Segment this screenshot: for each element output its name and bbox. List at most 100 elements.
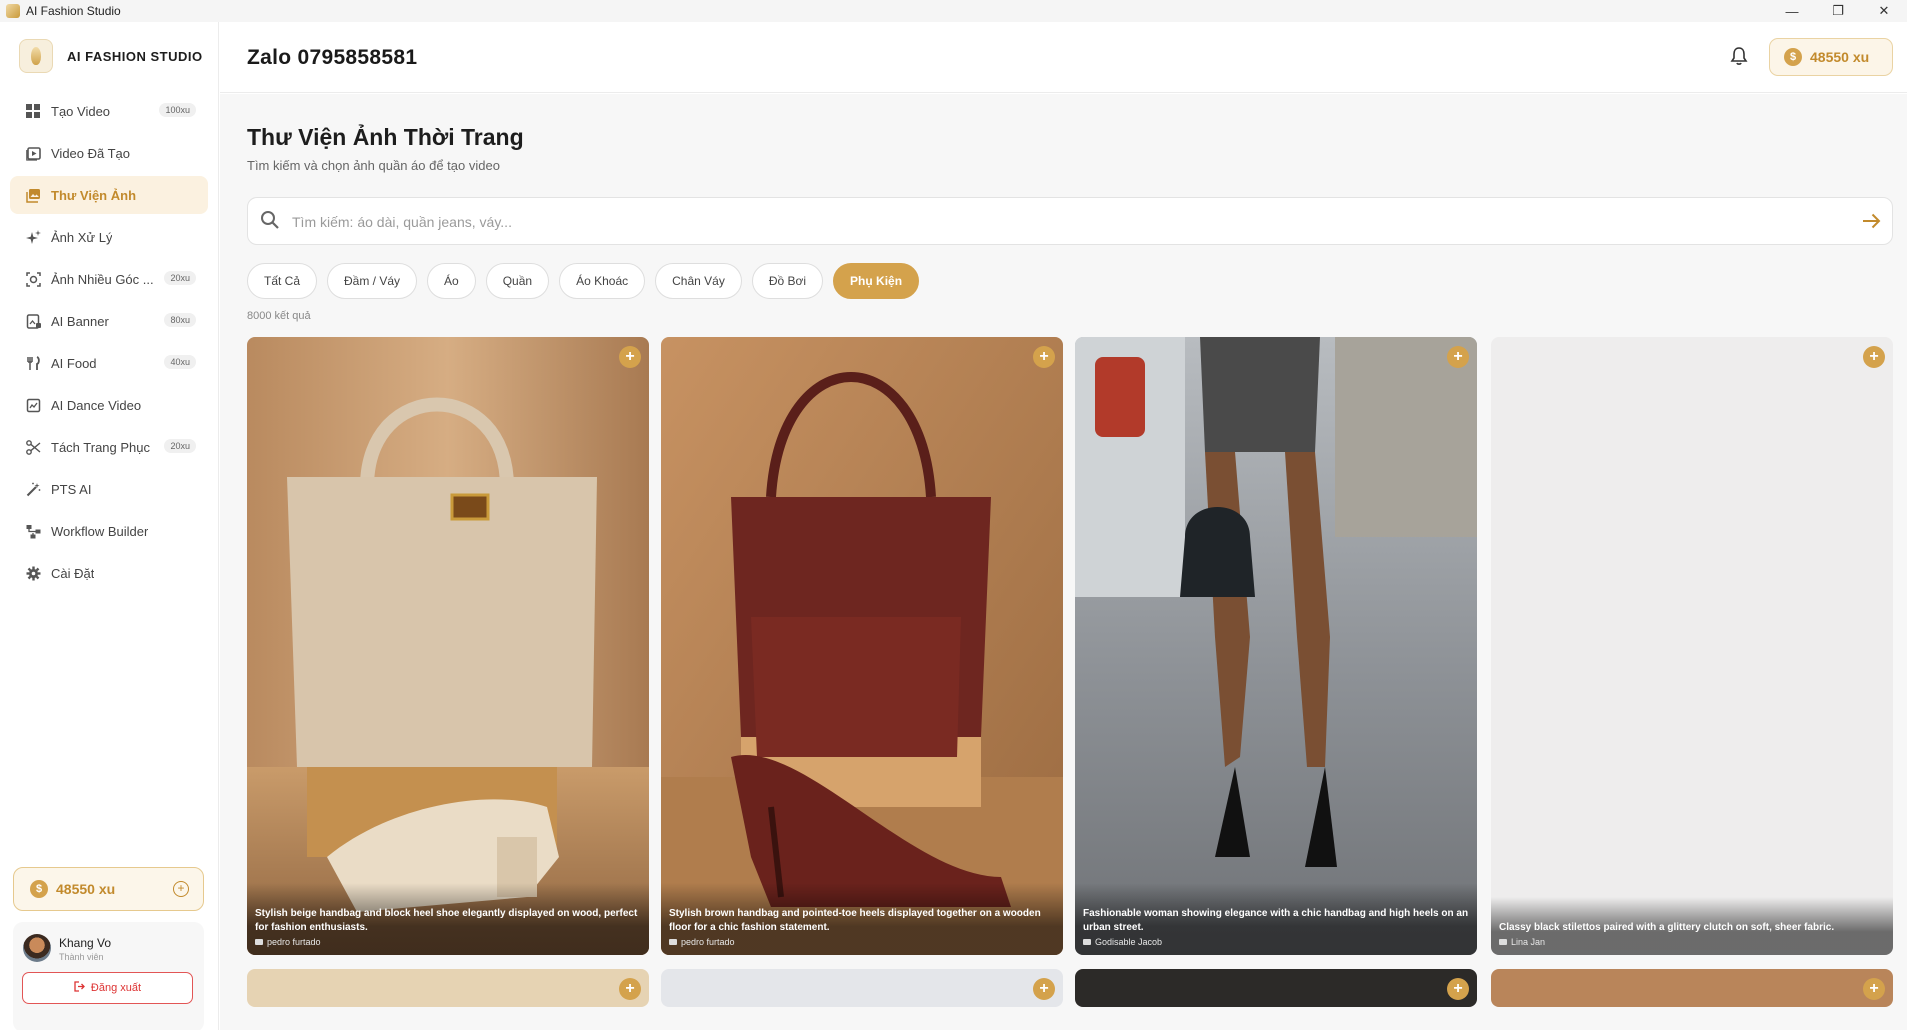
logout-label: Đăng xuất <box>90 982 142 994</box>
search-input[interactable] <box>292 208 1832 236</box>
sidebar-item-label: PTS AI <box>51 481 92 497</box>
sidebar-nav: Tạo Video 100xu Video Đã Tạo Thư Viện Ản… <box>0 92 218 592</box>
sidebar-item-anh-xu-ly[interactable]: Ảnh Xử Lý <box>10 218 208 256</box>
image-card[interactable]: + Stylish beige handbag and block heel s… <box>247 337 649 955</box>
header-credits[interactable]: $ 48550 xu <box>1769 38 1893 76</box>
author-name: Godisable Jacob <box>1095 937 1163 947</box>
avatar[interactable] <box>23 934 51 962</box>
image-author: pedro furtado <box>255 937 641 947</box>
sidebar-item-label: Thư Viện Ảnh <box>51 187 137 203</box>
window-controls: — ❐ ✕ <box>1769 0 1907 22</box>
author-name: pedro furtado <box>267 937 321 947</box>
coin-icon: $ <box>30 880 48 898</box>
sidebar-item-workflow-builder[interactable]: Workflow Builder <box>10 512 208 550</box>
image-card[interactable]: + <box>1491 969 1893 1007</box>
camera-focus-icon <box>24 270 42 288</box>
sidebar-item-label: Ảnh Xử Lý <box>51 229 113 245</box>
add-to-selection-button[interactable]: + <box>1033 978 1055 1000</box>
image-card[interactable]: + Stylish brown handbag and pointed-toe … <box>661 337 1063 955</box>
sidebar-item-ai-food[interactable]: AI Food 40xu <box>10 344 208 382</box>
credits-balance: 48550 xu <box>1810 49 1870 65</box>
brand[interactable]: AI FASHION STUDIO <box>0 22 218 90</box>
sidebar-item-ai-dance-video[interactable]: AI Dance Video <box>10 386 208 424</box>
sidebar-item-thu-vien-anh[interactable]: Thư Viện Ảnh <box>10 176 208 214</box>
add-to-selection-button[interactable]: + <box>1863 978 1885 1000</box>
add-credits-icon[interactable]: + <box>173 881 189 897</box>
camera-icon <box>1499 939 1507 945</box>
filter-do-boi[interactable]: Đồ Bơi <box>751 263 824 299</box>
user-role: Thành viên <box>59 952 104 962</box>
add-to-selection-button[interactable]: + <box>1033 346 1055 368</box>
sidebar-item-anh-nhieu-goc[interactable]: Ảnh Nhiều Góc ... 20xu <box>10 260 208 298</box>
sidebar-item-label: Ảnh Nhiều Góc ... <box>51 271 154 287</box>
filter-phu-kien[interactable]: Phụ Kiện <box>833 263 920 299</box>
sidebar-item-tach-trang-phuc[interactable]: Tách Trang Phục 20xu <box>10 428 208 466</box>
sidebar-item-label: Cài Đặt <box>51 565 95 581</box>
add-to-selection-button[interactable]: + <box>1447 978 1469 1000</box>
camera-icon <box>1083 939 1091 945</box>
card-caption-area: Stylish beige handbag and block heel sho… <box>247 883 649 955</box>
image-card[interactable]: + Fashionable woman showing elegance wit… <box>1075 337 1477 955</box>
filter-ao-khoac[interactable]: Áo Khoác <box>559 263 646 299</box>
author-name: Lina Jan <box>1511 937 1546 947</box>
image-author: pedro furtado <box>669 937 1055 947</box>
sidebar-item-cai-dat[interactable]: Cài Đặt <box>10 554 208 592</box>
main-content: Thư Viện Ảnh Thời Trang Tìm kiếm và chọn… <box>220 94 1907 1030</box>
add-to-selection-button[interactable]: + <box>619 978 641 1000</box>
sidebar-item-label: Video Đã Tạo <box>51 145 131 161</box>
cost-badge: 40xu <box>164 355 196 369</box>
scissors-icon <box>24 438 42 456</box>
image-caption: Stylish brown handbag and pointed-toe he… <box>669 908 1041 933</box>
page-title: Thư Viện Ảnh Thời Trang <box>247 124 524 150</box>
sidebar-item-pts-ai[interactable]: PTS AI <box>10 470 208 508</box>
banner-icon <box>24 312 42 330</box>
brand-logo <box>19 39 53 73</box>
add-to-selection-button[interactable]: + <box>1863 346 1885 368</box>
image-author: Lina Jan <box>1499 937 1885 947</box>
filter-dam-vay[interactable]: Đầm / Váy <box>327 263 418 299</box>
logout-button[interactable]: Đăng xuất <box>22 972 193 1004</box>
sidebar-item-label: Tạo Video <box>51 103 111 119</box>
camera-icon <box>669 939 677 945</box>
sidebar-item-video-da-tao[interactable]: Video Đã Tạo <box>10 134 208 172</box>
sidebar-credits[interactable]: $ 48550 xu + <box>13 867 204 911</box>
image-caption: Stylish beige handbag and block heel sho… <box>255 908 638 933</box>
arrow-right-icon[interactable] <box>1860 210 1882 237</box>
image-card[interactable]: + <box>247 969 649 1007</box>
card-caption-area: Stylish brown handbag and pointed-toe he… <box>661 883 1063 955</box>
image-grid: + Stylish beige handbag and block heel s… <box>247 337 1893 1030</box>
image-card[interactable]: + Classy black stilettos paired with a g… <box>1491 337 1893 955</box>
search-bar <box>247 197 1893 245</box>
page-subtitle: Tìm kiếm và chọn ảnh quần áo để tạo vide… <box>247 158 500 173</box>
sidebar: AI FASHION STUDIO Tạo Video 100xu Video … <box>0 22 219 1030</box>
add-to-selection-button[interactable]: + <box>619 346 641 368</box>
sidebar-item-ai-banner[interactable]: AI Banner 80xu <box>10 302 208 340</box>
category-filters: Tất Cả Đầm / Váy Áo Quần Áo Khoác Chân V… <box>247 263 929 299</box>
sidebar-item-tao-video[interactable]: Tạo Video 100xu <box>10 92 208 130</box>
filter-quan[interactable]: Quần <box>485 263 550 299</box>
utensils-icon <box>24 354 42 372</box>
image-card[interactable]: + <box>661 969 1063 1007</box>
image-card[interactable]: + <box>1075 969 1477 1007</box>
bell-icon[interactable] <box>1730 46 1748 66</box>
close-button[interactable]: ✕ <box>1861 0 1907 22</box>
photo-street-handbag <box>1075 337 1477 955</box>
add-to-selection-button[interactable]: + <box>1447 346 1469 368</box>
card-caption-area: Fashionable woman showing elegance with … <box>1075 883 1477 955</box>
image-caption: Fashionable woman showing elegance with … <box>1083 908 1469 933</box>
coin-icon: $ <box>1784 48 1802 66</box>
gear-icon <box>24 564 42 582</box>
restore-button[interactable]: ❐ <box>1815 0 1861 22</box>
minimize-button[interactable]: — <box>1769 0 1815 22</box>
sidebar-item-label: Workflow Builder <box>51 523 149 539</box>
gallery-icon <box>24 186 42 204</box>
filter-chan-vay[interactable]: Chân Váy <box>655 263 742 299</box>
filter-ao[interactable]: Áo <box>427 263 476 299</box>
filter-tat-ca[interactable]: Tất Cả <box>247 263 318 299</box>
top-header: Zalo 0795858581 $ 48550 xu <box>220 22 1907 93</box>
sparkle-icon <box>24 228 42 246</box>
cost-badge: 100xu <box>159 103 196 117</box>
sidebar-item-label: AI Dance Video <box>51 397 142 413</box>
cost-badge: 20xu <box>164 271 196 285</box>
search-icon <box>260 210 280 235</box>
